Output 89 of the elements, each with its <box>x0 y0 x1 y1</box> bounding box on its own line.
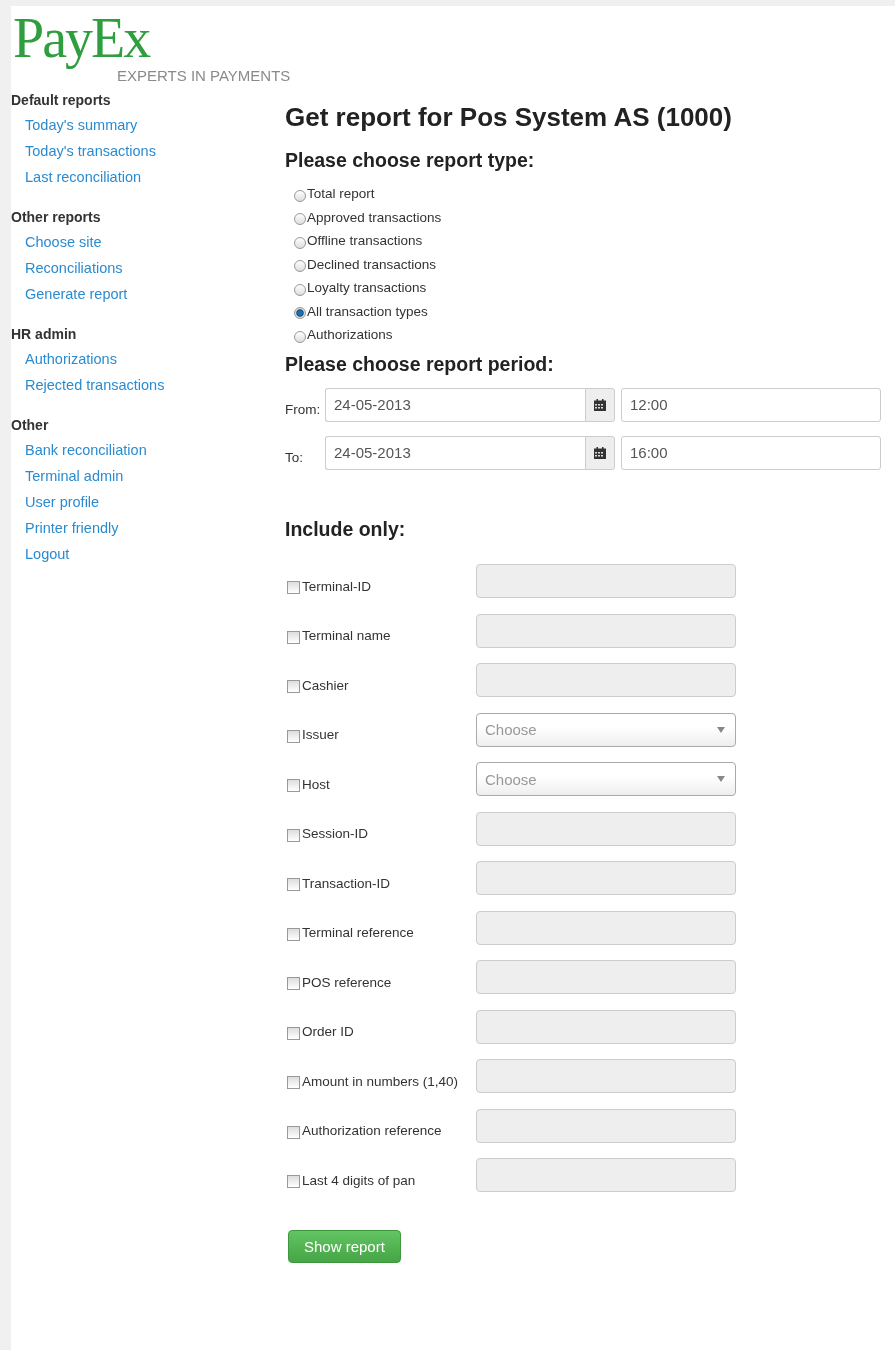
sidebar-heading: Other <box>11 417 49 433</box>
sidebar-link[interactable]: Generate report <box>11 281 128 307</box>
filter-label: Issuer <box>302 727 339 743</box>
checkbox[interactable] <box>287 1076 300 1090</box>
radio-button[interactable] <box>294 236 306 249</box>
input-field[interactable] <box>476 811 736 846</box>
sidebar-link[interactable]: Last reconciliation <box>11 164 142 190</box>
period-label: To: <box>285 449 304 465</box>
sidebar-link[interactable]: Authorizations <box>11 346 117 372</box>
checkbox[interactable] <box>287 1125 300 1139</box>
sidebar-link[interactable]: Bank reconciliation <box>11 437 147 463</box>
calendar-icon <box>594 446 606 459</box>
select-field[interactable]: Choose <box>476 762 736 797</box>
sidebar-link[interactable]: Choose site <box>11 229 102 255</box>
input-field[interactable] <box>476 910 736 945</box>
radio-label: Loyalty transactions <box>307 280 427 296</box>
input-field[interactable] <box>476 1059 736 1094</box>
sidebar-link[interactable]: Reconciliations <box>11 255 123 281</box>
sidebar-link[interactable]: Printer friendly <box>11 515 119 541</box>
sidebar-heading: Default reports <box>11 92 111 108</box>
show-report-button[interactable]: Show report <box>288 1230 401 1263</box>
period-label: From: <box>285 401 322 417</box>
filter-label: Terminal-ID <box>302 578 371 594</box>
logo-wordmark: PayEx <box>13 8 150 68</box>
section-heading: Please choose report type: <box>285 149 536 172</box>
checkbox[interactable] <box>287 1175 300 1189</box>
filter-label: Authorization reference <box>302 1123 442 1139</box>
checkbox[interactable] <box>287 779 300 793</box>
select-field[interactable]: Choose <box>476 712 736 747</box>
checkbox[interactable] <box>287 680 300 694</box>
input-field[interactable] <box>476 1158 736 1193</box>
radio-button[interactable] <box>294 330 306 343</box>
sidebar-link[interactable]: Terminal admin <box>11 463 124 489</box>
radio-label: All transaction types <box>307 303 428 319</box>
filter-label: Transaction-ID <box>302 875 391 891</box>
sidebar-link[interactable]: Today's transactions <box>11 138 156 164</box>
input-field[interactable] <box>476 1108 736 1143</box>
date-field[interactable]: 24-05-2013 <box>325 435 585 470</box>
radio-label: Declined transactions <box>307 256 437 272</box>
page-title: Get report for Pos System AS (1000) <box>285 102 733 133</box>
checkbox[interactable] <box>287 1026 300 1040</box>
sidebar-link[interactable]: Logout <box>11 541 70 567</box>
input-field[interactable] <box>476 861 736 896</box>
input-field[interactable] <box>476 613 736 648</box>
calendar-icon <box>594 398 606 411</box>
filter-label: Order ID <box>302 1024 354 1040</box>
filter-label: Session-ID <box>302 826 369 842</box>
sidebar-heading: HR admin <box>11 326 77 342</box>
filter-label: Cashier <box>302 677 349 693</box>
filter-label: Last 4 digits of pan <box>302 1172 416 1188</box>
filter-label: Amount in numbers (1,40) <box>302 1073 459 1089</box>
checkbox[interactable] <box>287 977 300 991</box>
sidebar-link[interactable]: Today's summary <box>11 112 138 138</box>
sidebar-link[interactable]: User profile <box>11 489 100 515</box>
input-field[interactable] <box>476 663 736 698</box>
logo-tagline: EXPERTS IN PAYMENTS <box>117 68 292 84</box>
time-field[interactable]: 12:00 <box>621 387 881 422</box>
checkbox[interactable] <box>287 927 300 941</box>
radio-button[interactable] <box>294 213 306 226</box>
radio-label: Approved transactions <box>307 209 442 225</box>
radio-button[interactable] <box>294 307 306 320</box>
checkbox[interactable] <box>287 630 300 644</box>
sidebar-link[interactable]: Rejected transactions <box>11 372 165 398</box>
filter-label: POS reference <box>302 974 392 990</box>
time-field[interactable]: 16:00 <box>621 435 881 470</box>
section-heading: Include only: <box>285 517 407 541</box>
radio-button[interactable] <box>294 283 306 296</box>
radio-button[interactable] <box>294 189 306 202</box>
filter-label: Terminal reference <box>302 925 414 941</box>
checkbox[interactable] <box>287 729 300 743</box>
checkbox[interactable] <box>287 878 300 892</box>
filter-label: Terminal name <box>302 628 391 644</box>
calendar-button[interactable] <box>585 435 615 470</box>
radio-label: Authorizations <box>307 327 393 343</box>
input-field[interactable] <box>476 960 736 995</box>
caret-icon <box>717 776 725 783</box>
sidebar-heading: Other reports <box>11 209 101 225</box>
calendar-button[interactable] <box>585 387 615 422</box>
caret-icon <box>717 726 725 733</box>
radio-label: Total report <box>307 186 375 202</box>
date-field[interactable]: 24-05-2013 <box>325 387 585 422</box>
radio-label: Offline transactions <box>307 233 423 249</box>
radio-button[interactable] <box>294 260 306 273</box>
checkbox[interactable] <box>287 581 300 595</box>
filter-label: Host <box>302 776 330 792</box>
section-heading: Please choose report period: <box>285 352 555 376</box>
input-field[interactable] <box>476 1009 736 1044</box>
input-field[interactable] <box>476 564 736 599</box>
checkbox[interactable] <box>287 828 300 842</box>
